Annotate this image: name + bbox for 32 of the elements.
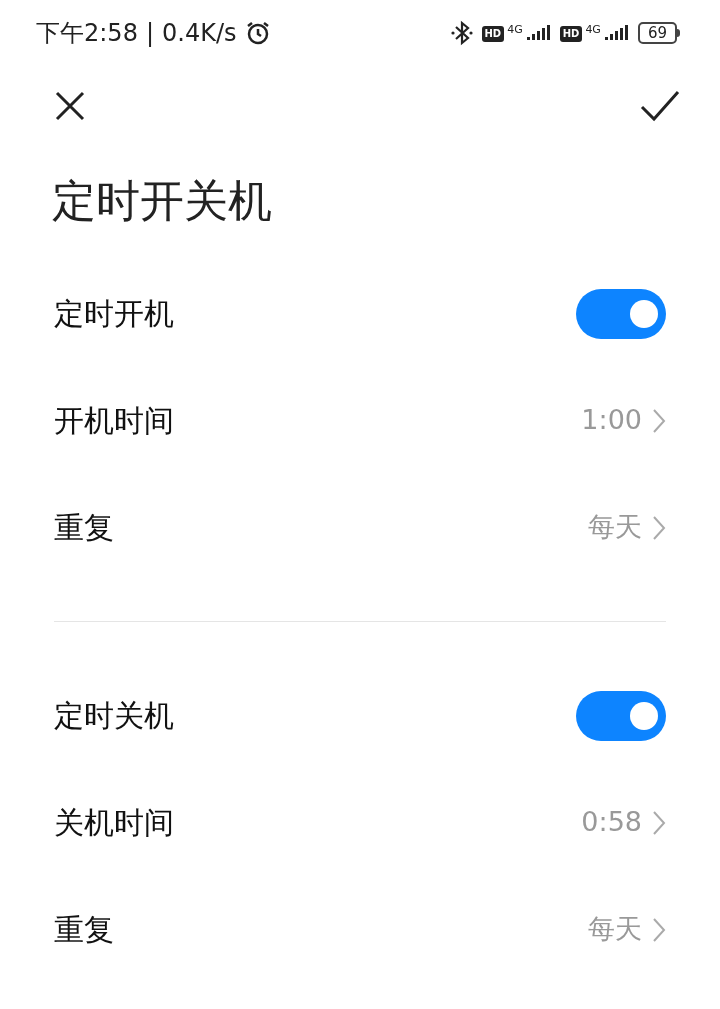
page-title: 定时开关机 [51, 174, 273, 228]
setting-label: 关机时间 [54, 804, 174, 842]
close-icon [54, 90, 86, 122]
status-time: 下午2:58 [36, 18, 138, 49]
signal-icon [525, 24, 552, 42]
value-selector[interactable]: 每天 [588, 507, 666, 548]
chevron-right-icon [652, 916, 666, 943]
confirm-button[interactable] [640, 89, 680, 123]
setting-label: 定时关机 [54, 697, 174, 735]
signal-icon [603, 24, 630, 42]
toggle-switch[interactable] [576, 690, 666, 741]
battery-indicator: 69 [637, 22, 680, 44]
setting-label: 开机时间 [54, 402, 174, 440]
setting-label: 重复 [54, 911, 114, 949]
network-type: 4G [585, 24, 601, 35]
bluetooth-icon [449, 20, 474, 46]
hd-badge: HD [481, 26, 505, 42]
toggle-switch[interactable] [576, 288, 666, 339]
chevron-right-icon [652, 407, 666, 434]
value-selector[interactable]: 1:00 [581, 400, 666, 441]
setting-label: 重复 [54, 509, 114, 547]
network-type: 4G [507, 24, 523, 35]
value-selector[interactable]: 0:58 [581, 802, 666, 843]
setting-label: 定时开机 [54, 295, 174, 333]
chevron-right-icon [652, 514, 666, 541]
close-button[interactable] [54, 90, 86, 122]
hd-badge: HD [559, 26, 583, 42]
status-separator: | [145, 18, 154, 49]
network-speed: 0.4K/s [162, 18, 237, 49]
value-selector[interactable]: 每天 [588, 909, 666, 950]
chevron-right-icon [652, 809, 666, 836]
checkmark-icon [640, 89, 680, 123]
